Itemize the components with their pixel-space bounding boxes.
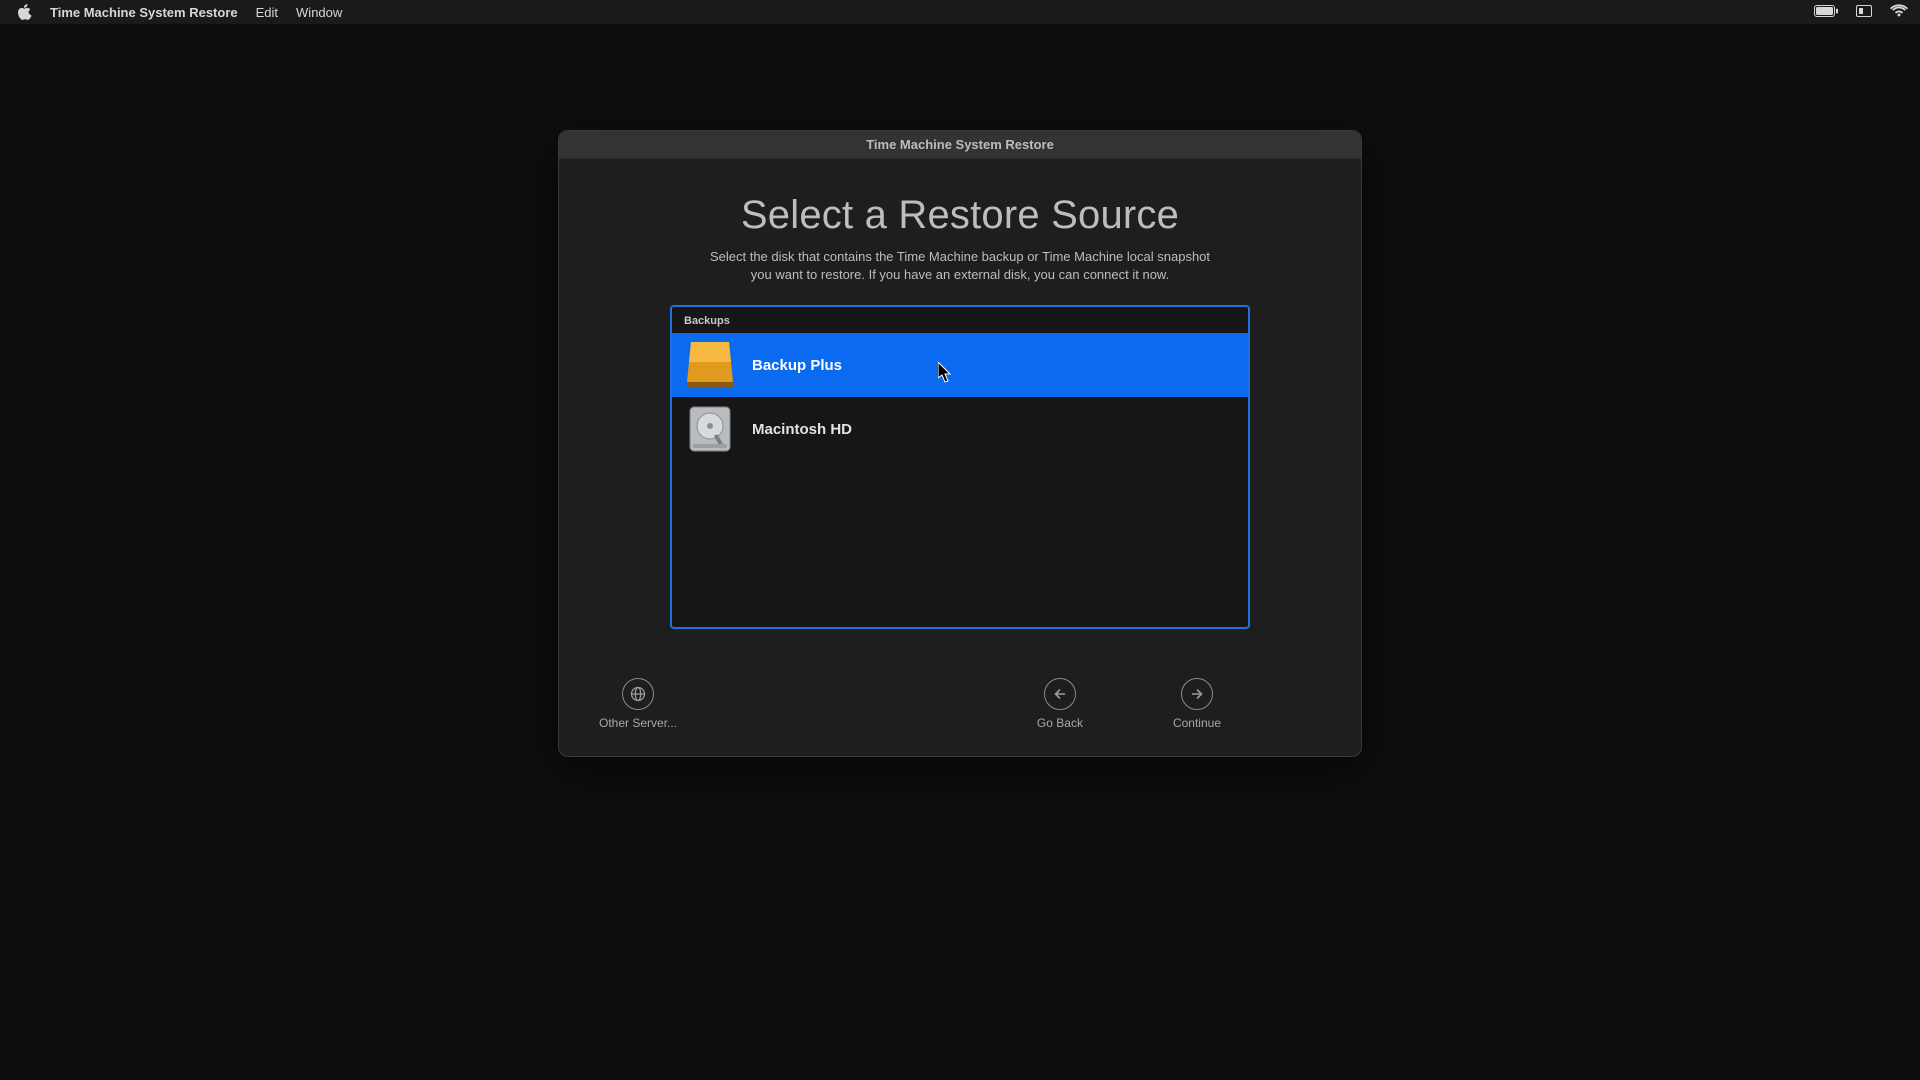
source-row-backup-plus[interactable]: Backup Plus: [672, 333, 1248, 397]
input-menu-icon[interactable]: [1856, 5, 1872, 20]
battery-icon[interactable]: [1814, 5, 1838, 20]
restore-source-list[interactable]: Backups Backup Plus: [670, 305, 1250, 629]
wifi-icon[interactable]: [1890, 4, 1908, 20]
restore-dialog: Time Machine System Restore Select a Res…: [558, 130, 1362, 757]
continue-button[interactable]: Continue: [1173, 678, 1221, 730]
apple-logo-icon[interactable]: [18, 4, 32, 20]
internal-drive-icon: [686, 404, 734, 454]
external-drive-icon: [686, 340, 734, 390]
window-title: Time Machine System Restore: [866, 137, 1054, 152]
button-label: Go Back: [1037, 716, 1083, 730]
window-titlebar: Time Machine System Restore: [559, 131, 1361, 159]
other-server-button[interactable]: Other Server...: [599, 678, 677, 730]
source-row-macintosh-hd[interactable]: Macintosh HD: [672, 397, 1248, 461]
button-label: Continue: [1173, 716, 1221, 730]
menu-bar: Time Machine System Restore Edit Window: [0, 0, 1920, 24]
page-subhead: Select the disk that contains the Time M…: [680, 248, 1240, 283]
source-label: Backup Plus: [752, 357, 842, 374]
menu-app-name[interactable]: Time Machine System Restore: [50, 5, 238, 20]
page-headline: Select a Restore Source: [585, 193, 1335, 238]
arrow-left-icon: [1044, 678, 1076, 710]
go-back-button[interactable]: Go Back: [1037, 678, 1083, 730]
source-label: Macintosh HD: [752, 421, 852, 438]
subhead-line1: Select the disk that contains the Time M…: [710, 249, 1210, 264]
menu-edit[interactable]: Edit: [256, 5, 278, 20]
button-label: Other Server...: [599, 716, 677, 730]
subhead-line2: you want to restore. If you have an exte…: [751, 267, 1169, 282]
arrow-right-icon: [1181, 678, 1213, 710]
list-section-header: Backups: [672, 307, 1248, 333]
menu-window[interactable]: Window: [296, 5, 342, 20]
globe-icon: [622, 678, 654, 710]
